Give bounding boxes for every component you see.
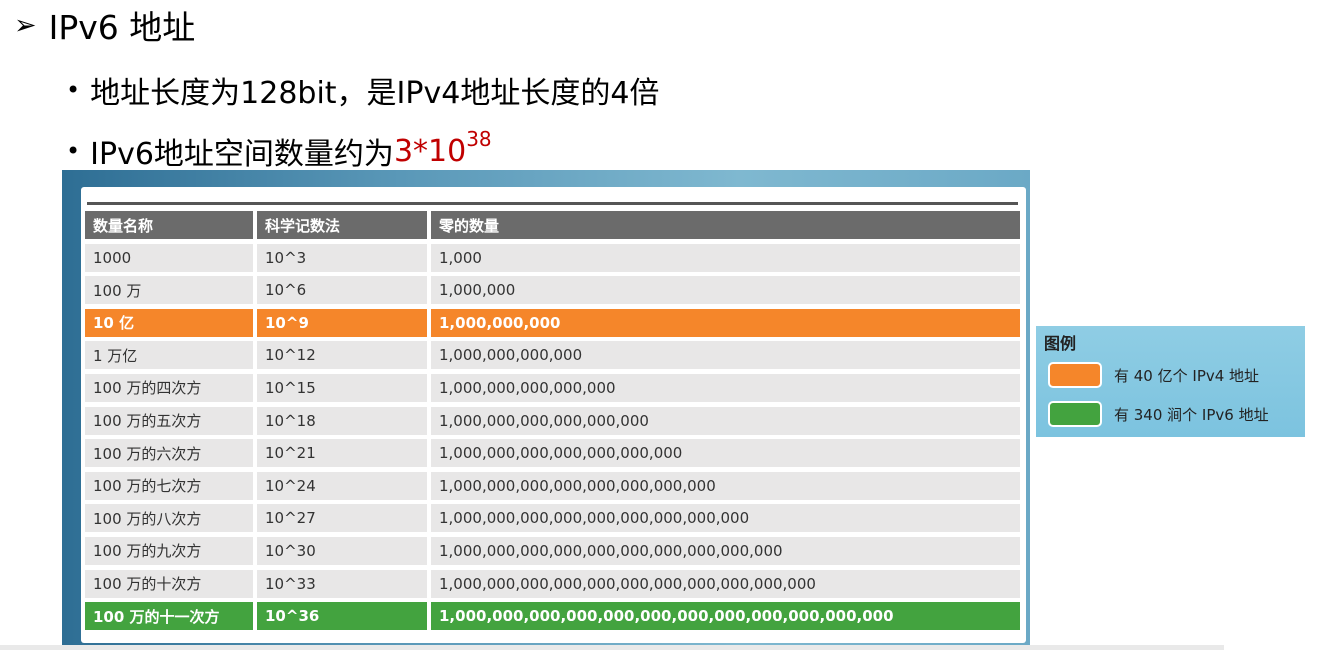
bullet-exponent: 38 [466,127,492,151]
table-cell-sci: 10^3 [257,243,427,272]
table-cell-zeros: 1,000,000,000,000,000,000,000,000,000,00… [431,536,1020,565]
table-cell-name: 1 万亿 [85,341,253,370]
header-scientific: 科学记数法 [257,211,427,239]
table-image-panel: 数量名称 科学记数法 零的数量 1000 10^3 1,000 100 万 10^6 1,… [62,170,1030,645]
table-cell-sci: 10^12 [257,341,427,370]
table-cell-sci: 10^18 [257,406,427,435]
legend-label: 有 340 涧个 IPv6 地址 [1114,405,1269,424]
table-cell-zeros: 1,000,000 [431,276,1020,305]
arrow-bullet-icon: ➢ [14,9,37,41]
table-cell-zeros: 1,000,000,000,000,000 [431,373,1020,402]
slide-heading: ➢ IPv6 地址 [14,2,195,48]
legend-item-ipv6: 有 340 涧个 IPv6 地址 [1048,401,1269,427]
table-cell-sci: 10^15 [257,373,427,402]
table-cell-name: 100 万的六次方 [85,439,253,468]
table-cell-zeros: 1,000,000,000,000,000,000,000,000 [431,471,1020,500]
table-cell-name: 100 万 [85,276,253,305]
table-cell-name: 10 亿 [85,308,253,337]
legend-label: 有 40 亿个 IPv4 地址 [1114,366,1260,385]
bullet-highlight-value: 3*10 [393,133,467,169]
table-top-rule [87,202,1018,205]
legend-swatch-green [1048,401,1102,427]
table-cell-zeros: 1,000,000,000,000 [431,341,1020,370]
table-cell-sci: 10^33 [257,569,427,598]
table-cell-sci: 10^9 [257,308,427,337]
table-cell-name: 100 万的八次方 [85,504,253,533]
table-cell-name: 100 万的九次方 [85,536,253,565]
table-cell-sci: 10^36 [257,602,427,631]
bullet-text: 地址长度为128bit，是IPv4地址长度的4倍 [90,76,660,111]
bullet-address-length: • 地址长度为128bit，是IPv4地址长度的4倍 [66,68,659,112]
table-cell-sci: 10^30 [257,536,427,565]
table-cell-zeros: 1,000,000,000,000,000,000,000,000,000,00… [431,569,1020,598]
slide: ➢ IPv6 地址 • 地址长度为128bit，是IPv4地址长度的4倍 • I… [0,0,1320,650]
legend-title: 图例 [1044,334,1077,353]
heading-text: IPv6 地址 [48,8,196,47]
header-name: 数量名称 [85,211,253,239]
table-cell-sci: 10^27 [257,504,427,533]
table-cell-zeros: 1,000,000,000 [431,308,1020,337]
table-cell-name: 1000 [85,243,253,272]
table-cell-name: 100 万的四次方 [85,373,253,402]
bottom-divider [0,645,1224,650]
number-scale-table: 数量名称 科学记数法 零的数量 1000 10^3 1,000 100 万 10^6 1,… [85,211,1020,631]
table-cell-name: 100 万的十一次方 [85,602,253,631]
table-cell-name: 100 万的十次方 [85,569,253,598]
legend: 图例 有 40 亿个 IPv4 地址 有 340 涧个 IPv6 地址 [1036,326,1305,437]
bullet-dot-icon: • [66,137,81,165]
legend-item-ipv4: 有 40 亿个 IPv4 地址 [1048,362,1259,388]
bullet-prefix: IPv6地址空间数量约为 [90,137,394,172]
table-cell-sci: 10^6 [257,276,427,305]
bullet-dot-icon: • [66,76,81,104]
table-cell-zeros: 1,000,000,000,000,000,000,000 [431,439,1020,468]
table-card: 数量名称 科学记数法 零的数量 1000 10^3 1,000 100 万 10^6 1,… [81,187,1026,643]
header-zeros: 零的数量 [431,211,1020,239]
table-cell-name: 100 万的七次方 [85,471,253,500]
table-cell-zeros: 1,000,000,000,000,000,000,000,000,000 [431,504,1020,533]
table-cell-sci: 10^21 [257,439,427,468]
table-cell-zeros: 1,000 [431,243,1020,272]
table-cell-zeros: 1,000,000,000,000,000,000 [431,406,1020,435]
bullet-address-space: • IPv6地址空间数量约为 3*10 38 [66,127,492,173]
table-cell-zeros: 1,000,000,000,000,000,000,000,000,000,00… [431,602,1020,631]
table-cell-sci: 10^24 [257,471,427,500]
legend-swatch-orange [1048,362,1102,388]
table-cell-name: 100 万的五次方 [85,406,253,435]
